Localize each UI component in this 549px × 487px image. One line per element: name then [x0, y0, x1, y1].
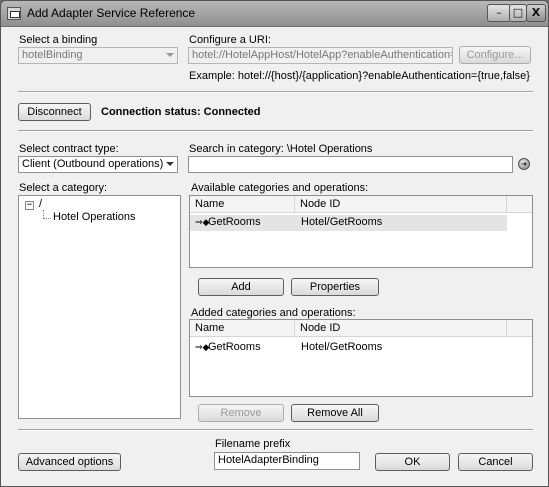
separator: [18, 91, 533, 93]
tree-connector: [43, 218, 51, 219]
collapse-icon[interactable]: −: [25, 201, 34, 210]
operation-name-cell: ⇒◆GetRooms: [195, 340, 261, 356]
table-row[interactable]: ⇒◆GetRooms Hotel/GetRooms: [190, 215, 507, 231]
grid-header: Name Node ID: [190, 320, 532, 337]
binding-select-value: hotelBinding: [22, 49, 83, 61]
operation-name: GetRooms: [208, 341, 261, 353]
connection-status: Connection status: Connected: [101, 106, 261, 118]
search-category-label: Search in category: \Hotel Operations: [189, 143, 373, 155]
chevron-down-icon: [166, 162, 174, 166]
disconnect-button[interactable]: Disconnect: [18, 103, 91, 121]
separator: [18, 429, 533, 431]
uri-example-text: Example: hotel://{host}/{application}?en…: [189, 70, 530, 82]
filename-prefix-field[interactable]: HotelAdapterBinding: [214, 452, 360, 470]
operation-icon: ⇒◆: [195, 218, 210, 228]
node-id-cell: Hotel/GetRooms: [301, 216, 383, 228]
ok-button[interactable]: OK: [375, 453, 450, 471]
column-header-name[interactable]: Name: [190, 196, 295, 213]
tree-connector: [43, 210, 44, 218]
category-tree[interactable]: − / Hotel Operations: [18, 195, 181, 419]
go-arrow-icon[interactable]: ➜: [518, 158, 530, 170]
contract-type-select[interactable]: Client (Outbound operations): [18, 156, 178, 173]
operation-name: GetRooms: [208, 216, 261, 228]
dialog-app-icon: [7, 7, 21, 20]
contract-type-label: Select contract type:: [19, 143, 119, 155]
column-header-node-id[interactable]: Node ID: [295, 320, 507, 337]
advanced-options-button[interactable]: Advanced options: [18, 453, 121, 471]
window-title: Add Adapter Service Reference: [27, 6, 196, 20]
configure-button[interactable]: Configure...: [459, 46, 531, 64]
available-operations-grid[interactable]: Name Node ID ⇒◆GetRooms Hotel/GetRooms: [189, 195, 533, 268]
binding-label: Select a binding: [19, 34, 98, 46]
title-bar[interactable]: Add Adapter Service Reference – □ X: [1, 1, 548, 27]
contract-type-select-value: Client (Outbound operations): [22, 158, 164, 170]
operation-name-cell: ⇒◆GetRooms: [195, 215, 261, 231]
separator: [18, 130, 533, 132]
remove-button[interactable]: Remove: [198, 404, 284, 422]
added-operations-grid[interactable]: Name Node ID ⇒◆GetRooms Hotel/GetRooms: [189, 319, 533, 397]
operation-icon: ⇒◆: [195, 343, 210, 353]
chevron-down-icon: [166, 53, 174, 57]
added-operations-label: Added categories and operations:: [191, 307, 356, 319]
search-input[interactable]: [188, 156, 513, 173]
maximize-button[interactable]: □: [509, 4, 527, 22]
properties-button[interactable]: Properties: [291, 278, 379, 296]
minimize-button[interactable]: –: [487, 4, 511, 22]
column-header-name[interactable]: Name: [190, 320, 295, 337]
binding-select[interactable]: hotelBinding: [18, 47, 178, 64]
column-header-node-id[interactable]: Node ID: [295, 196, 507, 213]
tree-node-root[interactable]: /: [39, 198, 42, 210]
cancel-button[interactable]: Cancel: [458, 453, 533, 471]
add-button[interactable]: Add: [198, 278, 284, 296]
category-label: Select a category:: [19, 182, 108, 194]
close-button[interactable]: X: [526, 4, 546, 22]
uri-field[interactable]: hotel://HotelAppHost/HotelApp?enableAuth…: [188, 47, 453, 64]
filename-prefix-label: Filename prefix: [215, 438, 291, 450]
uri-label: Configure a URI:: [189, 34, 271, 46]
add-adapter-service-reference-dialog: Add Adapter Service Reference – □ X Sele…: [0, 0, 549, 487]
available-operations-label: Available categories and operations:: [191, 182, 369, 194]
tree-node-hotel-operations[interactable]: Hotel Operations: [53, 211, 136, 223]
grid-header: Name Node ID: [190, 196, 532, 213]
node-id-cell: Hotel/GetRooms: [301, 341, 383, 353]
table-row[interactable]: ⇒◆GetRooms Hotel/GetRooms: [190, 340, 507, 356]
remove-all-button[interactable]: Remove All: [291, 404, 379, 422]
